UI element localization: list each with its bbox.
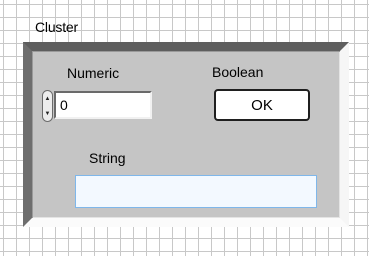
numeric-label: Numeric — [67, 65, 120, 81]
ok-button[interactable]: OK — [214, 89, 310, 121]
numeric-input[interactable]: 0 — [54, 91, 152, 119]
string-label: String — [89, 150, 126, 166]
numeric-stepper[interactable]: ▲ ▼ — [42, 90, 53, 122]
increment-arrow-icon[interactable]: ▲ — [43, 91, 52, 106]
cluster-frame: Numeric ▲ ▼ 0 Boolean OK String — [23, 42, 349, 227]
cluster-panel: Numeric ▲ ▼ 0 Boolean OK String — [32, 51, 340, 218]
cluster-label: Cluster — [35, 19, 78, 35]
decrement-arrow-icon[interactable]: ▼ — [43, 106, 52, 121]
boolean-label: Boolean — [212, 64, 264, 80]
string-input[interactable] — [75, 175, 317, 208]
